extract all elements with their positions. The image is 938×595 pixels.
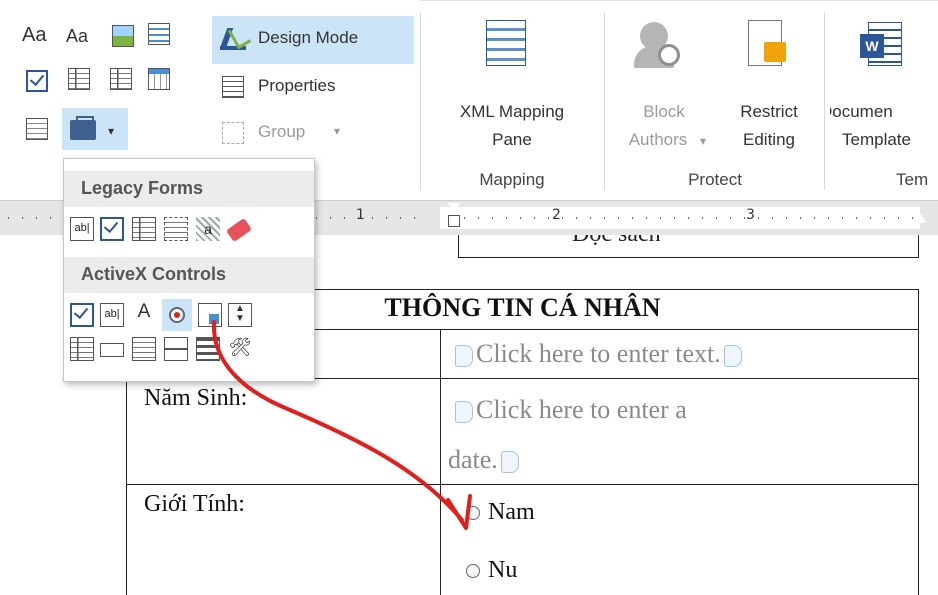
- red-arrow-annotation: [211, 320, 472, 530]
